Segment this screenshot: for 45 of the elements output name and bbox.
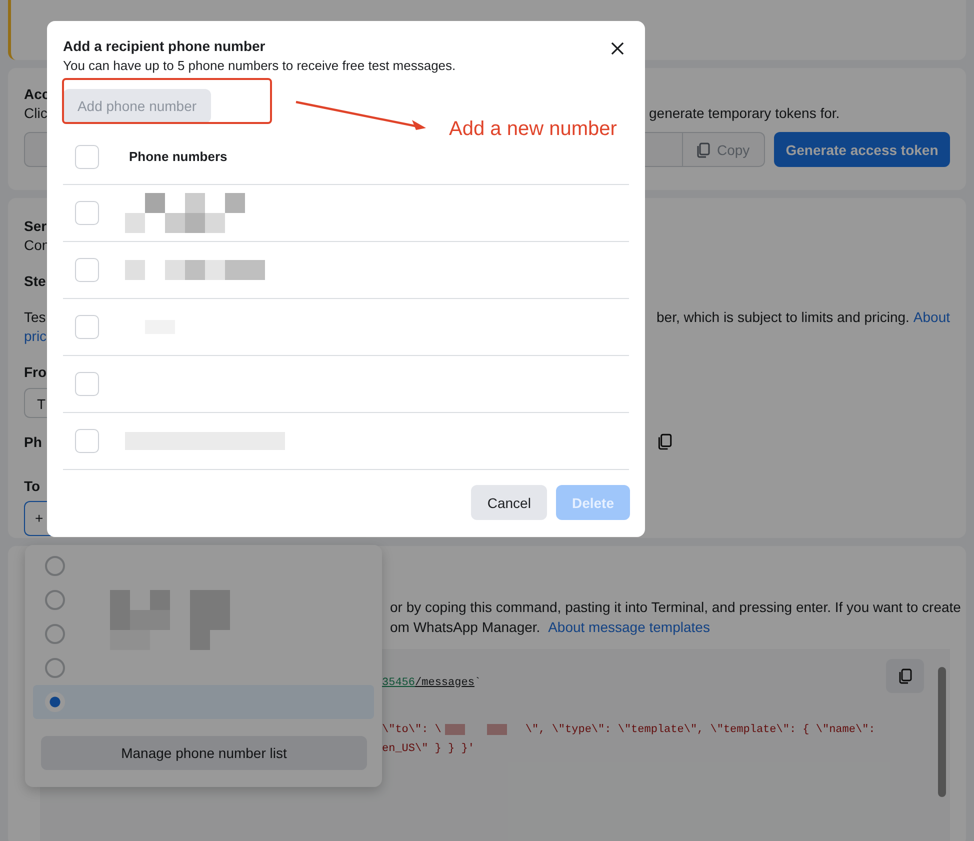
copy-button[interactable] xyxy=(886,659,924,693)
code-text[interactable]: 35456 xyxy=(382,676,416,688)
from-label: Fro xyxy=(24,364,48,380)
add-phone-button[interactable]: Add phone number xyxy=(63,89,211,123)
redaction-mark xyxy=(445,724,466,735)
checkbox[interactable] xyxy=(75,315,99,339)
code-text: ` xyxy=(474,676,482,688)
to-label: To xyxy=(24,478,42,494)
checkbox[interactable] xyxy=(75,258,99,282)
close-icon[interactable] xyxy=(609,40,625,56)
column-header: Phone numbers xyxy=(129,149,228,164)
cancel-button[interactable]: Cancel xyxy=(471,485,547,520)
checkbox[interactable] xyxy=(75,372,99,396)
dialog-title: Add a recipient phone number xyxy=(63,38,266,54)
step-label: Ste xyxy=(24,272,47,288)
copy-icon xyxy=(897,668,913,684)
copy-icon[interactable] xyxy=(656,433,673,450)
annotation-text: Add a new number xyxy=(449,118,617,141)
phone-label: Ph xyxy=(24,434,43,450)
body-text: ber, which is subject to limits and pricing. xyxy=(656,308,910,324)
code-text: \", \"type\": \"template\", \"template\": { \"name\": xyxy=(525,724,876,736)
code-text: en_US\" } } }' xyxy=(382,742,474,754)
radio-button[interactable] xyxy=(45,624,65,644)
radio-button[interactable] xyxy=(45,556,65,576)
checkbox[interactable] xyxy=(75,429,99,453)
code-text: /messages xyxy=(415,676,474,688)
body-text: Tes xyxy=(24,308,47,324)
generate-token-button[interactable]: Generate access token xyxy=(774,132,950,167)
code-text: \"to\": \ xyxy=(382,724,442,736)
section-title: Ser xyxy=(24,218,48,234)
radio-button[interactable] xyxy=(45,590,65,610)
checkbox[interactable] xyxy=(75,201,99,225)
dialog-subtitle: You can have up to 5 phone numbers to receive free test messages. xyxy=(63,58,457,73)
manage-list-button[interactable]: Manage phone number list xyxy=(41,736,367,770)
about-link[interactable]: About xyxy=(913,308,950,324)
description-text: generate temporary tokens for. xyxy=(649,104,840,120)
templates-link[interactable]: About message templates xyxy=(548,619,710,635)
instruction-text: om WhatsApp Manager. xyxy=(390,619,540,635)
radio-button[interactable] xyxy=(45,658,65,678)
copy-button[interactable]: Copy xyxy=(683,132,765,167)
description-text: Clic xyxy=(24,104,48,120)
checkbox[interactable] xyxy=(75,144,99,168)
redaction-mark xyxy=(487,724,508,735)
instruction-text: or by coping this command, pasting it into Terminal, and pressing enter. If you want to create xyxy=(390,599,961,615)
copy-icon xyxy=(695,142,711,158)
